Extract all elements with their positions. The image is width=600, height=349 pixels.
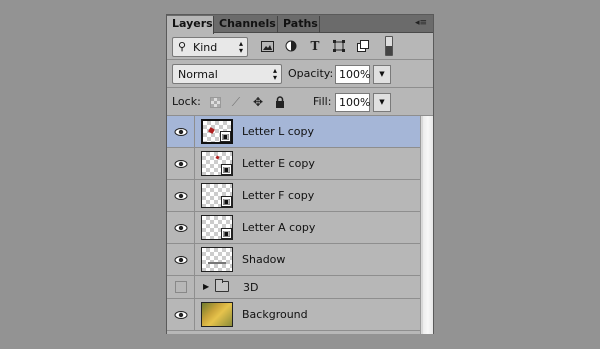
row-divider [194,180,195,211]
layers-list: ▣ Letter L copy ▣ Letter E copy ▣ Letter… [167,116,420,331]
row-divider [194,276,195,298]
eye-icon[interactable] [174,189,188,203]
eye-icon[interactable] [174,125,188,139]
background-thumbnail [201,302,233,327]
row-divider [194,244,195,275]
opacity-input[interactable]: 100% [335,65,370,84]
layer-thumbnail: ▣ [201,119,233,144]
smart-object-badge-icon: ▣ [221,228,232,239]
adjustment-filter-icon[interactable] [283,39,299,53]
layers-panel: Layers Channels Paths ◂≡ ⚲ Kind ▴ ▾ T Nor… [166,14,434,334]
chevron-updown-icon: ▴ ▾ [238,39,243,55]
kind-filter-select[interactable]: ⚲ Kind ▴ ▾ [172,37,248,57]
layer-group-3d[interactable]: ▶ 3D [167,276,420,299]
row-divider [194,212,195,243]
type-filter-icon[interactable]: T [307,39,323,53]
lock-label: Lock: [172,95,201,108]
lock-all-padlock-icon[interactable] [273,95,287,109]
layer-thumbnail [201,247,233,272]
fill-dropdown-button[interactable]: ▼ [373,93,391,112]
blend-mode-select[interactable]: Normal ▴ ▾ [172,64,282,84]
layer-name: 3D [243,281,259,294]
fill-label: Fill: [313,95,332,108]
tab-paths[interactable]: Paths [278,16,320,33]
image-filter-icon[interactable] [259,39,275,53]
fill-input[interactable]: 100% [335,93,370,112]
folder-icon [215,279,229,292]
filter-toggle-switch[interactable] [385,36,393,56]
eye-icon[interactable] [174,308,188,322]
layer-thumbnail: ▣ [201,151,233,176]
blend-row: Normal ▴ ▾ Opacity: 100% ▼ [167,60,433,88]
smart-object-badge-icon: ▣ [221,196,232,207]
panel-tab-bar: Layers Channels Paths ◂≡ [167,15,433,34]
layer-row-letter-e-copy[interactable]: ▣ Letter E copy [167,148,420,180]
eye-icon[interactable] [174,253,188,267]
row-divider [194,299,195,330]
layer-name: Background [242,308,308,321]
lock-row: Lock: ⟋ ✥ Fill: 100% ▼ [167,88,433,116]
lock-position-move-icon[interactable]: ✥ [251,95,265,109]
smart-object-filter-icon[interactable] [355,39,371,53]
smart-object-badge-icon: ▣ [220,131,231,142]
tab-channels[interactable]: Channels [214,16,278,33]
layer-row-letter-f-copy[interactable]: ▣ Letter F copy [167,180,420,212]
shadow-mark [208,262,226,264]
layer-thumbnail: ▣ [201,215,233,240]
lock-image-pixels-brush-icon[interactable]: ⟋ [229,95,243,109]
layer-row-background[interactable]: Background [167,299,420,331]
shape-filter-icon[interactable] [331,39,347,53]
letter-mark [215,155,220,160]
layer-name: Letter E copy [242,157,315,170]
layer-name: Letter A copy [242,221,316,234]
visibility-toggle-empty[interactable] [175,281,187,293]
eye-icon[interactable] [174,221,188,235]
layer-row-letter-l-copy[interactable]: ▣ Letter L copy [167,116,420,148]
kind-label: Kind [193,41,218,54]
filter-row: ⚲ Kind ▴ ▾ T [167,33,433,60]
layers-scrollbar[interactable] [420,116,433,334]
chevron-updown-icon: ▴ ▾ [272,66,277,82]
layer-row-shadow[interactable]: Shadow [167,244,420,276]
layer-name: Letter F copy [242,189,315,202]
row-divider [194,148,195,179]
letter-mark [208,127,215,134]
row-divider [194,116,195,147]
search-icon: ⚲ [178,40,187,53]
scrollbar-thumb[interactable] [423,116,433,334]
panel-menu-icon[interactable]: ◂≡ [415,18,429,28]
expand-triangle-icon[interactable]: ▶ [203,282,209,291]
layer-name: Shadow [242,253,286,266]
blend-mode-value: Normal [178,68,218,81]
opacity-label: Opacity: [288,67,334,80]
layer-name: Letter L copy [242,125,315,138]
lock-transparent-pixels-icon[interactable] [208,95,222,109]
layer-row-letter-a-copy[interactable]: ▣ Letter A copy [167,212,420,244]
opacity-dropdown-button[interactable]: ▼ [373,65,391,84]
eye-icon[interactable] [174,157,188,171]
tab-layers[interactable]: Layers [167,16,214,34]
smart-object-badge-icon: ▣ [221,164,232,175]
layer-thumbnail: ▣ [201,183,233,208]
